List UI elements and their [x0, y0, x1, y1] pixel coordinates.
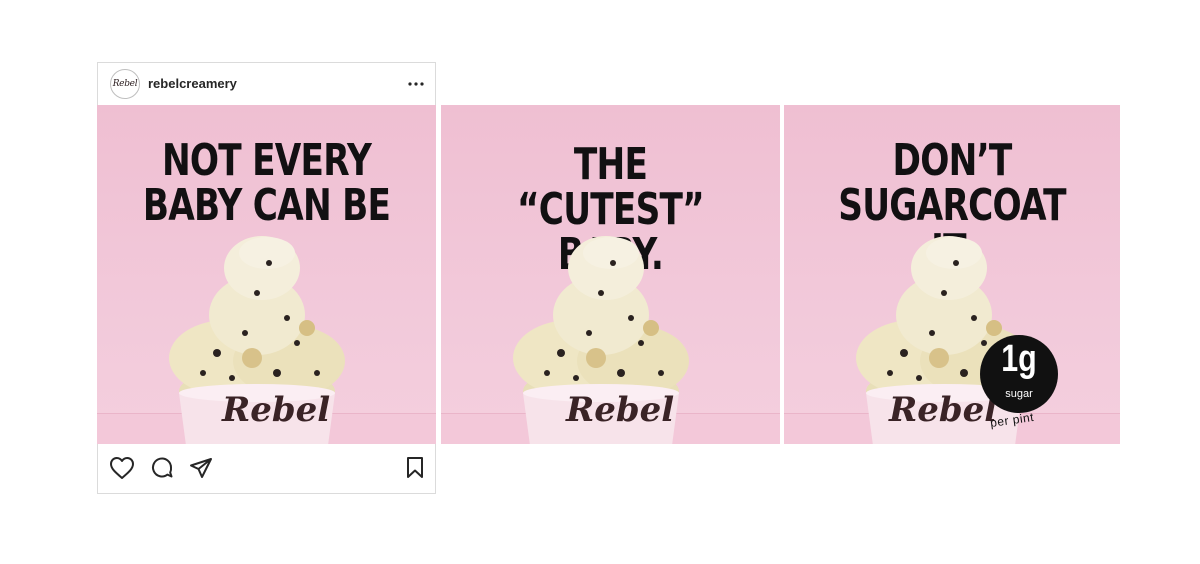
cup-logo: Rebel [566, 390, 675, 430]
sugar-label: sugar [1005, 388, 1033, 400]
cup-logo: Rebel [222, 390, 331, 430]
headline-line: NOT EVERY [161, 135, 372, 186]
more-horizontal-icon[interactable] [407, 75, 425, 93]
post-header: Rebel rebelcreamery [98, 63, 435, 106]
carousel-slide-1: NOT EVERY BABY CAN BE Rebel [97, 105, 436, 444]
carousel-slide-2: THE “CUTEST” BABY. Rebel [441, 105, 780, 444]
headline-line: THE [573, 139, 648, 190]
slide-headline: NOT EVERY BABY CAN BE [134, 135, 398, 229]
sugar-badge: 1g sugar [980, 335, 1058, 413]
carousel-slide-3: DON’T SUGARCOAT IT. Rebel 1g sugar per p… [784, 105, 1120, 444]
share-icon[interactable] [187, 454, 215, 482]
comment-icon[interactable] [148, 454, 176, 482]
post-actions-bar [98, 446, 435, 494]
avatar[interactable]: Rebel [110, 69, 140, 99]
username[interactable]: rebelcreamery [148, 76, 237, 91]
sugar-amount: 1g [1001, 338, 1037, 380]
heart-icon[interactable] [108, 454, 136, 482]
bookmark-icon[interactable] [401, 454, 429, 482]
headline-line: DON’T [892, 135, 1013, 186]
